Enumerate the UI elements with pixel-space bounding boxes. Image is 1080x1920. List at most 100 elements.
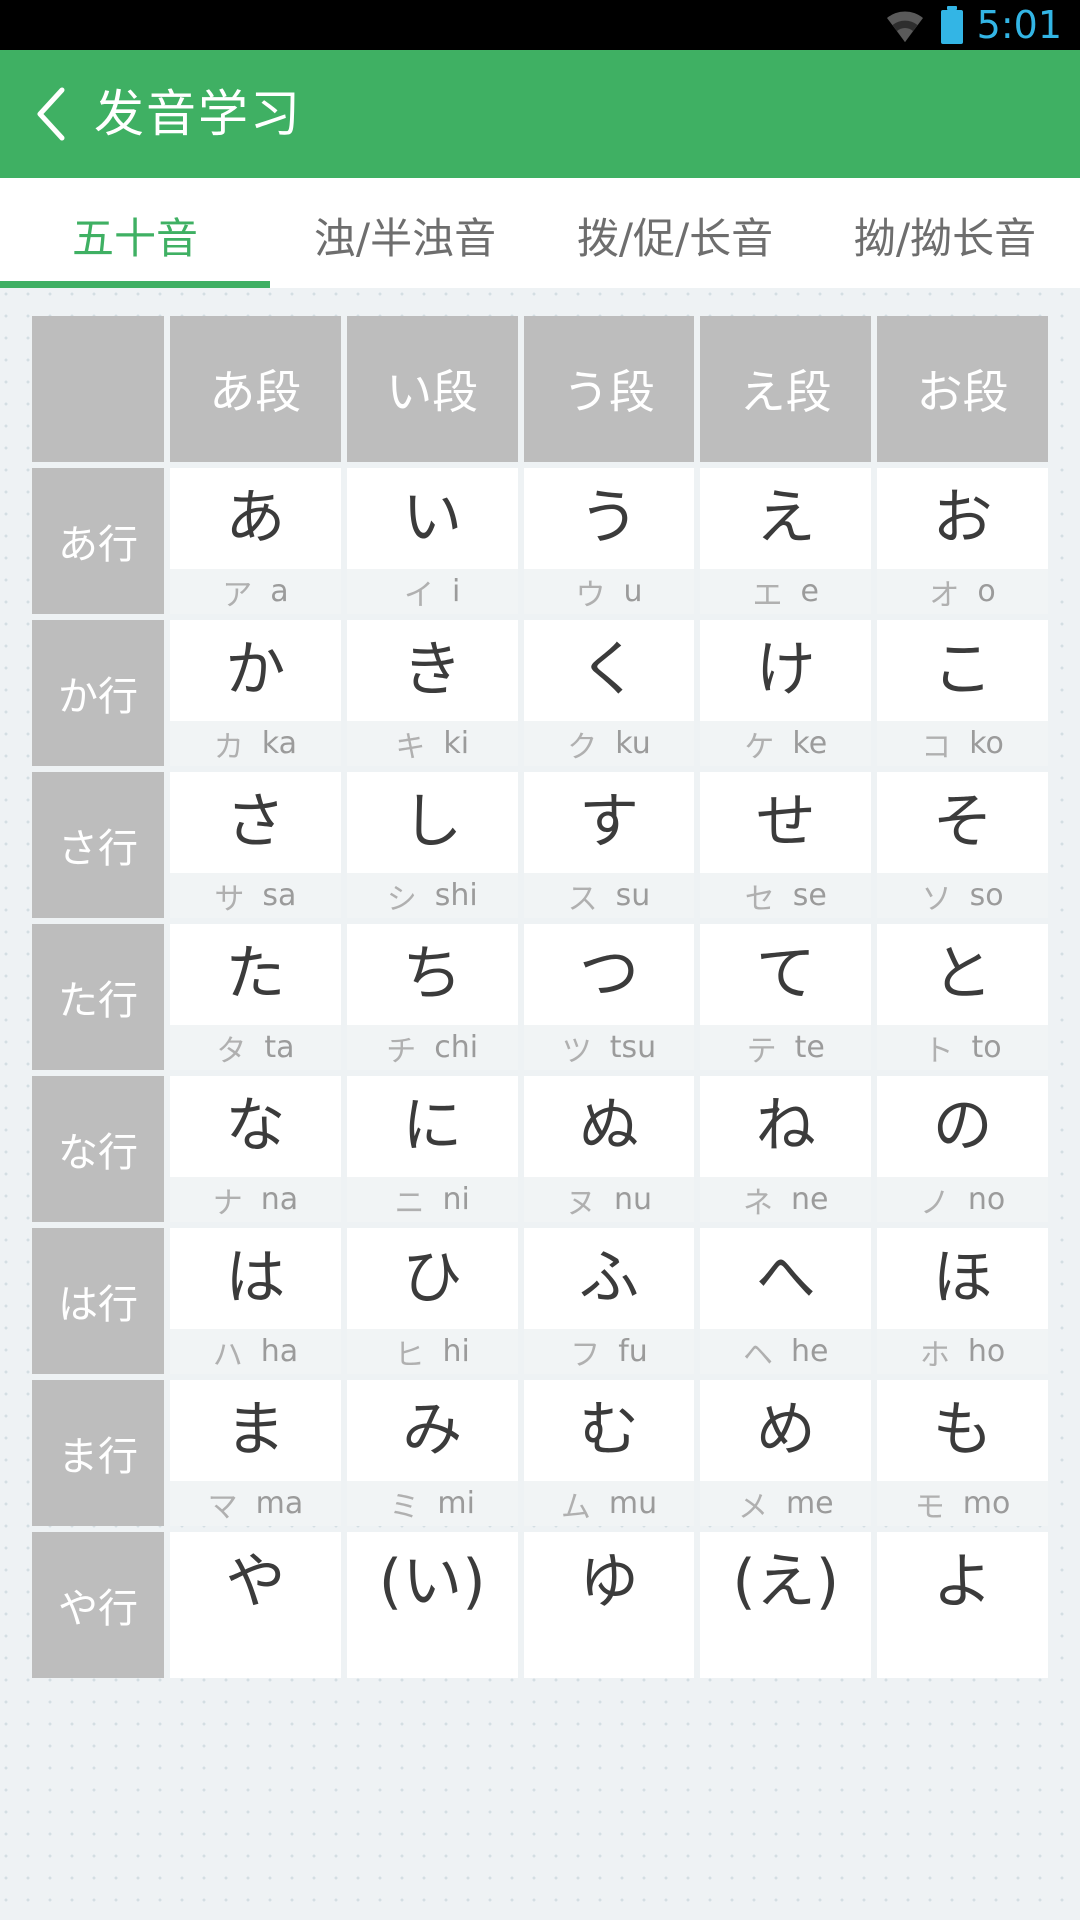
kana-cell[interactable]: みミ mi (346, 1380, 518, 1526)
kana-reading: フ fu (523, 1328, 695, 1374)
kana-glyph: く (578, 635, 639, 705)
kana-glyph: み (402, 1395, 463, 1465)
tab-dakuon[interactable]: 浊/半浊音 (270, 218, 540, 288)
katakana-glyph: メ (737, 1489, 768, 1525)
kana-glyph: さ (225, 787, 286, 857)
kana-table-body: あ行あア a いイ i うウ u えエ e おオ o か行かカ ka きキ ki くク ku けケ ke こコ ko さ… (32, 468, 1048, 1678)
kana-cell[interactable]: けケ ke (700, 620, 872, 766)
katakana-glyph: ツ (561, 1033, 592, 1069)
kana-cell[interactable]: (え) (700, 1532, 872, 1678)
romaji-label: ka (261, 726, 298, 761)
kana-reading: ケ ke (700, 720, 872, 766)
romaji-label: na (260, 1182, 299, 1217)
kana-cell[interactable]: えエe (700, 468, 872, 614)
kana-chart-scroll-area[interactable]: あ段 い段 う段 え段 お段 あ行あア a いイ i うウ u えエ e おオ o か行かカ ka きキ… (0, 288, 1080, 1920)
katakana-glyph: ウ (575, 577, 606, 613)
tab-yoon[interactable]: 拗/拗长音 (810, 218, 1080, 288)
kana-cell[interactable]: なナ na (170, 1076, 341, 1222)
kana-reading: オo (877, 568, 1048, 614)
row-header-0: あ行 (32, 468, 164, 614)
romaji-label: ke (792, 726, 828, 761)
romaji-label: ko (969, 726, 1004, 761)
kana-reading: ム mu (523, 1480, 695, 1526)
kana-reading: カ ka (170, 720, 341, 766)
romaji-label: mo (962, 1486, 1011, 1521)
status-bar-clock: 5:01 (976, 3, 1062, 47)
romaji-label: ha (260, 1334, 299, 1369)
kana-glyph: へ (755, 1243, 816, 1313)
romaji-label: hi (442, 1334, 470, 1369)
kana-cell[interactable]: よ (877, 1532, 1048, 1678)
kana-cell[interactable]: きキ ki (346, 620, 518, 766)
column-header-e: え段 (700, 316, 872, 462)
kana-cell[interactable]: むム mu (523, 1380, 695, 1526)
katakana-glyph: ス (567, 881, 598, 917)
katakana-glyph: セ (744, 881, 775, 917)
katakana-glyph: フ (570, 1337, 601, 1373)
romaji-label: a (270, 574, 289, 609)
kana-cell[interactable]: うウu (523, 468, 695, 614)
kana-cell[interactable]: はハ ha (170, 1228, 341, 1374)
row-header-3: た行 (32, 924, 164, 1070)
kana-cell[interactable]: さサ sa (170, 772, 341, 918)
kana-glyph: ひ (402, 1243, 463, 1313)
katakana-glyph: オ (929, 577, 960, 613)
kana-cell[interactable]: ひヒ hi (346, 1228, 518, 1374)
kana-reading: ウu (523, 568, 695, 614)
battery-icon (940, 6, 963, 44)
kana-glyph: む (578, 1395, 639, 1465)
kana-reading: サ sa (170, 872, 341, 918)
romaji-label: shi (434, 878, 478, 913)
kana-cell[interactable]: しシ shi (346, 772, 518, 918)
kana-cell[interactable]: いイi (346, 468, 518, 614)
tab-hatsuon[interactable]: 拨/促/长音 (540, 218, 810, 288)
kana-reading: シ shi (346, 872, 518, 918)
kana-cell[interactable]: や (170, 1532, 341, 1678)
kana-cell[interactable]: にニ ni (346, 1076, 518, 1222)
kana-cell[interactable]: てテ te (700, 924, 872, 1070)
kana-cell[interactable]: ふフ fu (523, 1228, 695, 1374)
katakana-glyph: ム (560, 1489, 591, 1525)
kana-cell[interactable]: ほホ ho (877, 1228, 1048, 1374)
kana-cell[interactable]: ちチ chi (346, 924, 518, 1070)
kana-glyph: け (755, 635, 816, 705)
kana-cell[interactable]: こコ ko (877, 620, 1048, 766)
kana-cell[interactable]: もモ mo (877, 1380, 1048, 1526)
kana-cell[interactable]: くク ku (523, 620, 695, 766)
kana-reading: ネ ne (700, 1176, 872, 1222)
kana-cell[interactable]: ねネ ne (700, 1076, 872, 1222)
kana-cell[interactable]: めメ me (700, 1380, 872, 1526)
kana-glyph: ほ (932, 1243, 993, 1313)
table-row: ま行まマ ma みミ mi むム mu めメ me もモ mo (32, 1380, 1048, 1526)
kana-reading: ヌ nu (523, 1176, 695, 1222)
table-row: や行や (い) ゆ (え) よ (32, 1532, 1048, 1678)
kana-cell[interactable]: (い) (346, 1532, 518, 1678)
kana-cell[interactable]: かカ ka (170, 620, 341, 766)
kana-glyph: そ (932, 787, 993, 857)
tab-gojuon[interactable]: 五十音 (0, 218, 270, 288)
kana-cell[interactable]: のノ no (877, 1076, 1048, 1222)
kana-cell[interactable]: あアa (170, 468, 341, 614)
kana-cell[interactable]: すス su (523, 772, 695, 918)
kana-cell[interactable]: おオo (877, 468, 1048, 614)
kana-cell[interactable]: そソ so (877, 772, 1048, 918)
kana-cell[interactable]: まマ ma (170, 1380, 341, 1526)
katakana-glyph: ソ (921, 881, 952, 917)
kana-reading: ノ no (877, 1176, 1048, 1222)
katakana-glyph: ホ (919, 1337, 950, 1373)
column-header-u: う段 (523, 316, 695, 462)
kana-cell[interactable]: へヘ he (700, 1228, 872, 1374)
kana-reading: ニ ni (346, 1176, 518, 1222)
romaji-label: u (623, 574, 643, 609)
kana-cell[interactable]: ゆ (523, 1532, 695, 1678)
kana-cell[interactable]: とト to (877, 924, 1048, 1070)
kana-cell[interactable]: せセ se (700, 772, 872, 918)
kana-reading: アa (170, 568, 341, 614)
katakana-glyph: カ (213, 729, 244, 765)
romaji-label: mi (437, 1486, 475, 1521)
back-chevron-icon[interactable] (34, 86, 68, 142)
kana-cell[interactable]: ぬヌ nu (523, 1076, 695, 1222)
kana-cell[interactable]: たタ ta (170, 924, 341, 1070)
kana-cell[interactable]: つツ tsu (523, 924, 695, 1070)
kana-reading: ト to (877, 1024, 1048, 1070)
